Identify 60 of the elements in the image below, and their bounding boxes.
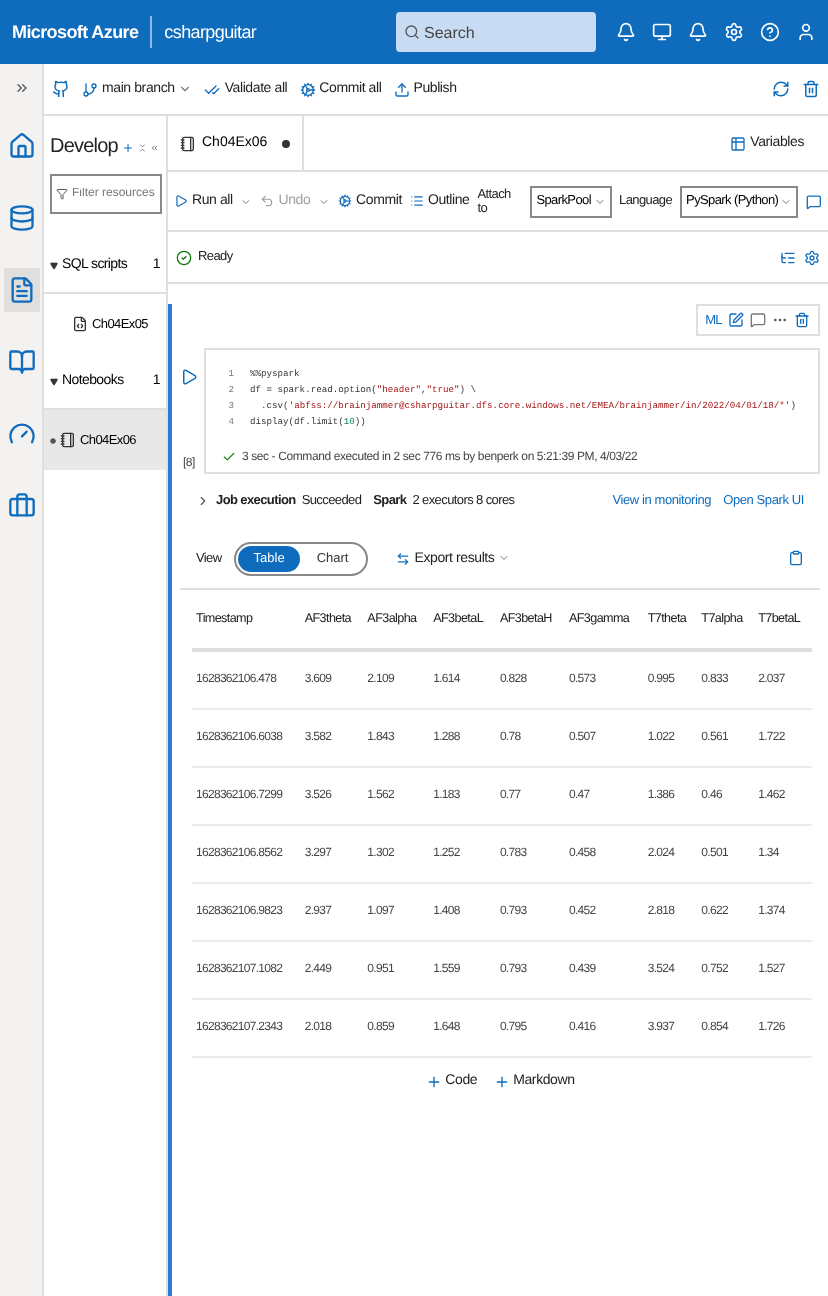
collapse-panel-icon — [150, 141, 160, 153]
notebook-icon — [180, 135, 196, 151]
dot-icon — [50, 437, 56, 443]
code-cell[interactable] — [204, 348, 820, 474]
plus-icon — [425, 1073, 442, 1089]
plus-icon — [493, 1073, 510, 1089]
unsaved-dot — [282, 139, 290, 147]
database-icon — [7, 204, 35, 232]
monitor-icon — [652, 22, 672, 42]
script-icon — [72, 316, 88, 332]
caret-icon — [178, 82, 193, 96]
add-icon — [121, 139, 134, 155]
notification-icon — [616, 22, 636, 42]
settings-icon — [724, 22, 744, 42]
delete-icon — [794, 312, 810, 328]
expand-icon — [13, 80, 29, 96]
branch-icon — [82, 81, 98, 97]
home-icon — [7, 132, 35, 160]
book-icon — [7, 348, 35, 376]
triangle-icon — [50, 377, 58, 385]
copy-icon — [788, 550, 804, 566]
workspace-name: csharpguitar — [164, 22, 257, 42]
undo-icon — [260, 194, 275, 208]
settings-icon — [804, 249, 820, 265]
person-icon — [796, 22, 816, 42]
triangle-icon — [50, 261, 58, 269]
search-field[interactable]: Search — [396, 12, 596, 52]
edit-icon — [728, 312, 744, 328]
comment-icon — [806, 193, 822, 209]
caret-icon — [593, 195, 605, 207]
caret-icon — [498, 552, 511, 564]
github-icon — [52, 80, 70, 98]
panel-title: Develop — [50, 136, 118, 158]
help-icon — [760, 22, 780, 42]
run-cell-icon — [180, 368, 198, 386]
caret-icon — [318, 195, 331, 207]
caret-icon — [780, 195, 793, 207]
expand-icon — [196, 494, 210, 508]
commit-icon — [299, 81, 316, 97]
caret-icon — [240, 195, 253, 207]
publish-icon — [393, 81, 410, 97]
play-icon — [174, 194, 188, 208]
validate-icon — [204, 81, 221, 97]
bell-icon — [688, 22, 708, 42]
table-icon — [730, 135, 747, 151]
properties-icon — [780, 249, 796, 265]
brand-title: Microsoft Azure — [12, 22, 139, 42]
refresh-icon — [772, 80, 790, 98]
notebook-icon — [60, 432, 76, 448]
comment-icon — [750, 312, 766, 328]
gauge-icon — [7, 420, 35, 448]
nav-button[interactable] — [3, 268, 39, 312]
export-icon — [396, 551, 411, 565]
trash-icon — [802, 80, 820, 98]
document-icon — [7, 276, 35, 304]
briefcase-icon — [7, 492, 35, 520]
list-icon — [409, 194, 424, 208]
collapse-icon — [137, 141, 147, 153]
check-icon — [222, 450, 236, 464]
commit-icon — [338, 194, 353, 208]
